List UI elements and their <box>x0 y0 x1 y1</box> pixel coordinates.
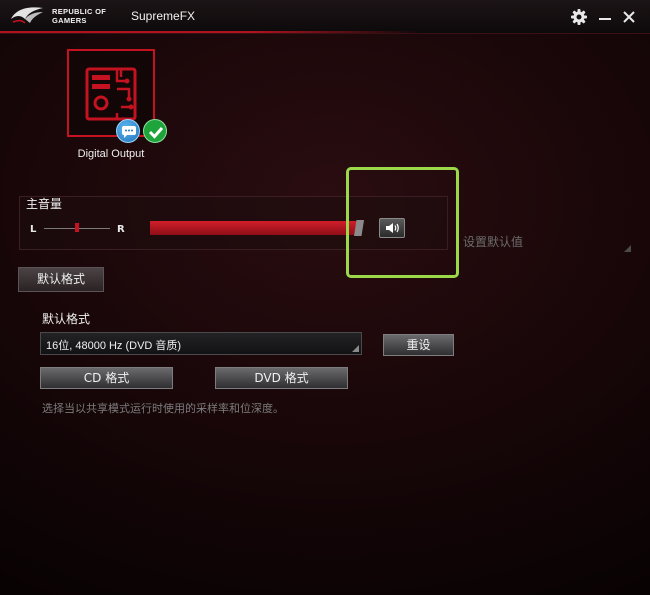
master-volume-title: 主音量 <box>26 197 63 211</box>
dvd-format-button[interactable]: DVD 格式 <box>215 367 348 389</box>
chat-icon <box>116 119 140 143</box>
close-icon <box>623 11 635 23</box>
brand-text: REPUBLIC OF GAMERS <box>52 7 106 25</box>
balance-slider-thumb[interactable] <box>75 223 79 232</box>
title-accent-line <box>0 31 420 33</box>
set-default-label: 设置默认值 <box>463 235 524 249</box>
volume-slider[interactable] <box>150 221 366 235</box>
brand-line-1: REPUBLIC OF <box>52 7 107 16</box>
volume-level-fill <box>150 221 362 235</box>
format-select[interactable]: 16位, 48000 Hz (DVD 音质) <box>40 332 362 355</box>
format-heading: 默认格式 <box>42 312 91 326</box>
corner-icon <box>624 245 631 252</box>
device-label: Digital Output <box>77 148 145 160</box>
motherboard-icon <box>85 67 137 121</box>
tab-default-format[interactable]: 默认格式 <box>18 267 104 292</box>
dropdown-corner-icon <box>352 345 359 352</box>
settings-button[interactable] <box>569 7 589 27</box>
device-digital-output[interactable] <box>67 49 155 137</box>
rog-logo <box>11 7 43 24</box>
check-icon <box>143 119 167 143</box>
mute-highlight-box <box>346 167 459 278</box>
minimize-button[interactable] <box>595 7 615 27</box>
set-default-button[interactable]: 设置默认值 <box>459 230 631 252</box>
minimize-icon <box>599 18 611 20</box>
brand-line-2: GAMERS <box>52 16 87 25</box>
cd-format-button[interactable]: CD 格式 <box>40 367 173 389</box>
app-title: SupremeFX <box>131 9 196 23</box>
title-bar: REPUBLIC OF GAMERS SupremeFX <box>0 0 650 34</box>
format-select-value: 16位, 48000 Hz (DVD 音质) <box>46 340 182 352</box>
gear-icon <box>571 9 587 25</box>
format-hint-text: 选择当以共享模式运行时使用的采样率和位深度。 <box>42 402 284 415</box>
supremefx-window: REPUBLIC OF GAMERS SupremeFX Digital Out… <box>0 0 650 595</box>
balance-right-label: R <box>117 224 125 235</box>
balance-left-label: L <box>30 224 37 235</box>
reset-button[interactable]: 重设 <box>383 334 454 356</box>
close-button[interactable] <box>619 7 639 27</box>
